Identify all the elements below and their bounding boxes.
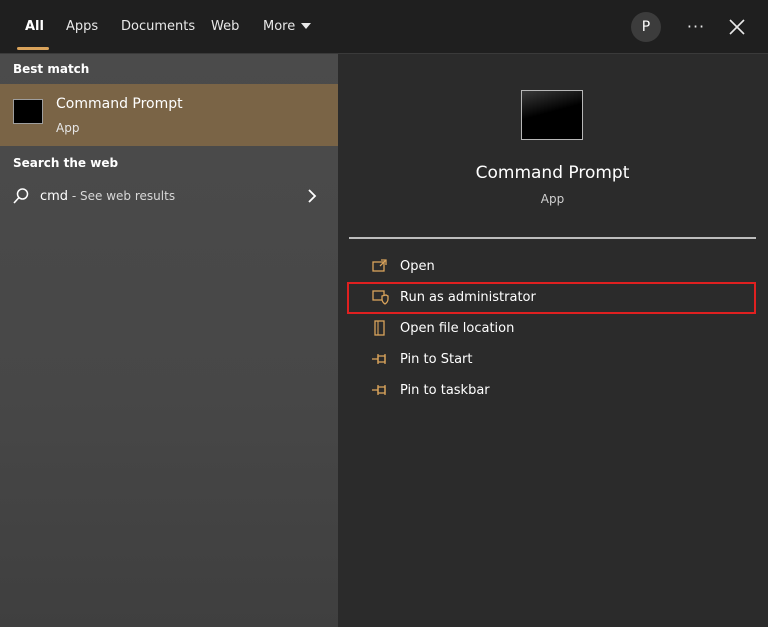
- action-pin-to-taskbar-label: Pin to taskbar: [400, 383, 490, 398]
- search-web-heading: Search the web: [13, 156, 119, 170]
- detail-subtitle: App: [540, 192, 565, 206]
- tab-documents[interactable]: Documents: [121, 0, 195, 53]
- best-match-title: Command Prompt: [56, 96, 183, 112]
- chevron-down-icon: [301, 22, 312, 29]
- best-match-heading: Best match: [13, 62, 90, 76]
- more-options-button[interactable]: ···: [684, 12, 708, 42]
- tab-more-label: More: [263, 19, 296, 34]
- detail-title: Command Prompt: [475, 163, 630, 183]
- web-search-result[interactable]: cmd - See web results: [0, 182, 338, 212]
- web-search-query: cmd: [40, 189, 69, 204]
- pane-gap: [338, 54, 349, 627]
- file-location-icon: [374, 320, 385, 336]
- command-prompt-icon: [13, 99, 43, 124]
- tab-web[interactable]: Web: [211, 0, 239, 53]
- close-button[interactable]: [726, 14, 748, 40]
- shield-icon: [372, 290, 389, 305]
- tab-all[interactable]: All: [25, 0, 44, 53]
- open-icon: [372, 259, 387, 272]
- close-icon: [729, 19, 745, 35]
- action-run-as-administrator-label: Run as administrator: [400, 290, 536, 305]
- pin-icon: [372, 385, 386, 395]
- best-match-subtitle: App: [56, 121, 80, 135]
- tab-more[interactable]: More: [263, 0, 312, 53]
- search-tabs-bar: All Apps Documents Web More P ···: [0, 0, 768, 54]
- action-pin-to-start[interactable]: Pin to Start: [349, 345, 756, 375]
- command-prompt-large-icon: [521, 90, 583, 140]
- action-open-label: Open: [400, 259, 435, 274]
- action-open-file-location-label: Open file location: [400, 321, 515, 336]
- action-pin-to-start-label: Pin to Start: [400, 352, 473, 367]
- active-tab-indicator: [17, 47, 49, 50]
- action-run-as-administrator[interactable]: Run as administrator: [349, 283, 756, 313]
- web-search-suffix: - See web results: [68, 189, 176, 203]
- web-search-text: cmd - See web results: [40, 189, 175, 204]
- tab-apps[interactable]: Apps: [66, 0, 98, 53]
- detail-divider: [349, 237, 756, 239]
- search-icon: [13, 188, 29, 204]
- action-open-file-location[interactable]: Open file location: [349, 314, 756, 344]
- results-pane: Best match Command Prompt App Search the…: [0, 54, 338, 627]
- chevron-right-icon: [308, 189, 317, 203]
- pin-icon: [372, 354, 386, 364]
- action-open[interactable]: Open: [349, 252, 756, 282]
- action-pin-to-taskbar[interactable]: Pin to taskbar: [349, 376, 756, 406]
- best-match-result[interactable]: Command Prompt App: [0, 84, 338, 146]
- account-avatar[interactable]: P: [631, 12, 661, 42]
